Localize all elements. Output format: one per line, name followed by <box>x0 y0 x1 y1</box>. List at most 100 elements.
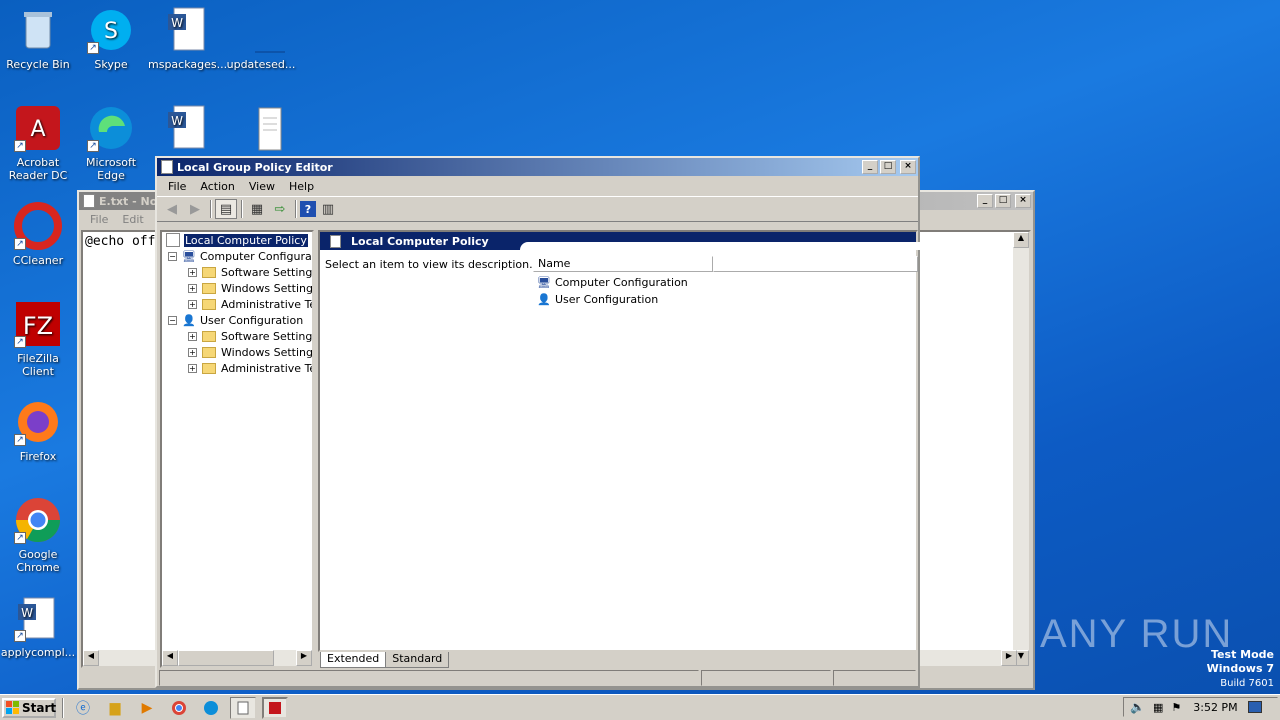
collapse-icon[interactable]: − <box>168 315 177 325</box>
back-arrow-icon[interactable]: ◀ <box>161 199 183 219</box>
show-hide-tree-icon[interactable]: ▤ <box>215 199 237 219</box>
menu-file[interactable]: File <box>83 213 115 226</box>
desktop-icon-acrobat[interactable]: A ↗ Acrobat Reader DC <box>0 104 76 182</box>
desktop-icon-label: FileZilla Client <box>17 352 59 378</box>
minimize-button[interactable]: _ <box>862 160 878 174</box>
explorer-icon[interactable]: ▆ <box>102 697 128 719</box>
gpedit-taskbar-button[interactable] <box>262 696 288 719</box>
show-desktop-icon[interactable] <box>1247 701 1262 713</box>
tree-cc-software-settings[interactable]: + Software Settings <box>162 264 312 280</box>
desktop-icon-label: Microsoft Edge <box>85 156 137 182</box>
taskbar-separator <box>62 697 64 718</box>
tree-pane[interactable]: Local Computer Policy − 🖥 Computer Confi… <box>160 230 314 668</box>
os-version-label: Windows 7 <box>1206 662 1274 675</box>
desktop-icon-label: CCleaner <box>12 254 64 267</box>
desktop-icon-firefox[interactable]: ↗ Firefox <box>0 398 76 463</box>
svg-text:S: S <box>104 19 118 44</box>
clock[interactable]: 3:52 PM <box>1193 701 1237 714</box>
word-doc-icon: W ↗ <box>14 594 62 642</box>
tree-horizontal-scrollbar[interactable]: ◀ ▶ <box>162 650 312 666</box>
tree-uc-windows-settings[interactable]: + Windows Settings <box>162 344 312 360</box>
tree-uc-software-settings[interactable]: + Software Settings <box>162 328 312 344</box>
menu-file[interactable]: File <box>161 180 193 193</box>
tab-extended[interactable]: Extended <box>320 652 387 668</box>
svg-text:W: W <box>171 114 183 128</box>
menu-action[interactable]: Action <box>193 180 241 193</box>
list-item-user-config[interactable]: 👤 User Configuration <box>537 291 658 307</box>
maximize-button[interactable]: □ <box>880 160 896 174</box>
edge-taskbar-icon[interactable] <box>198 697 224 719</box>
expand-icon[interactable]: + <box>188 299 197 309</box>
folder-icon <box>202 266 216 278</box>
expand-icon[interactable]: + <box>188 331 197 341</box>
windows-logo-icon <box>6 701 19 714</box>
volume-icon[interactable]: 🔈 <box>1130 700 1145 714</box>
properties-icon[interactable]: ▦ <box>246 199 268 219</box>
desktop-icon-textfile[interactable] <box>223 104 299 156</box>
desktop-icon-chrome[interactable]: ↗ Google Chrome <box>0 496 76 574</box>
toolbar-separator <box>210 200 212 218</box>
help-icon[interactable]: ? <box>300 201 316 217</box>
desktop-icon-filezilla[interactable]: FZ ↗ FileZilla Client <box>0 300 76 378</box>
view-pane-icon[interactable]: ▥ <box>317 199 339 219</box>
media-player-icon[interactable]: ▶ <box>134 697 160 719</box>
desktop-icon-recycle-bin[interactable]: Recycle Bin <box>0 6 76 71</box>
desktop-icon-edge[interactable]: ↗ Microsoft Edge <box>73 104 149 182</box>
desktop-icon-doc2[interactable]: W <box>148 104 224 156</box>
vertical-scrollbar[interactable]: ▲ ▼ <box>1013 232 1029 666</box>
desktop-icon-mspackages[interactable]: W mspackages... <box>148 6 227 71</box>
minimize-button[interactable]: _ <box>977 194 993 208</box>
chrome-taskbar-icon[interactable] <box>166 697 192 719</box>
expand-icon[interactable]: + <box>188 283 197 293</box>
tree-user-config[interactable]: − 👤 User Configuration <box>162 312 312 328</box>
network-icon[interactable]: ▦ <box>1153 701 1163 714</box>
shortcut-arrow-icon: ↗ <box>14 238 26 250</box>
start-button[interactable]: Start <box>2 697 56 718</box>
expand-icon[interactable]: + <box>188 267 197 277</box>
tree-cc-admin-templates[interactable]: + Administrative Tem <box>162 296 312 312</box>
tab-standard[interactable]: Standard <box>386 652 450 668</box>
tree-computer-config[interactable]: − 🖥 Computer Configuratio <box>162 248 312 264</box>
gpedit-window[interactable]: Local Group Policy Editor _ □ × File Act… <box>155 156 920 688</box>
menu-edit[interactable]: Edit <box>115 213 150 226</box>
header-curve <box>520 242 920 250</box>
expand-icon[interactable]: + <box>188 347 197 357</box>
action-center-flag-icon[interactable]: ⚑ <box>1171 701 1181 714</box>
word-doc-icon: W <box>162 104 210 152</box>
ie-icon[interactable]: ⓔ <box>70 697 96 719</box>
collapse-icon[interactable]: − <box>168 251 177 261</box>
tree-item-label: Software Settings <box>221 265 314 279</box>
desktop-icon-applycompl[interactable]: W ↗ applycompl... <box>0 594 76 659</box>
list-item-computer-config[interactable]: 🖥 Computer Configuration <box>537 274 688 290</box>
toolbar-separator <box>241 200 243 218</box>
notepad-taskbar-button[interactable] <box>230 696 256 719</box>
desktop-icon-updatesed[interactable]: updatesed... <box>223 6 299 71</box>
desktop-icon-ccleaner[interactable]: ↗ CCleaner <box>0 202 76 267</box>
tree-root[interactable]: Local Computer Policy <box>162 232 312 248</box>
tree-cc-windows-settings[interactable]: + Windows Settings <box>162 280 312 296</box>
shortcut-arrow-icon: ↗ <box>14 532 26 544</box>
tree-item-label: Software Settings <box>221 329 314 343</box>
maximize-button[interactable]: □ <box>995 194 1011 208</box>
menu-view[interactable]: View <box>242 180 282 193</box>
computer-icon: 🖥 <box>537 275 551 289</box>
forward-arrow-icon[interactable]: ▶ <box>184 199 206 219</box>
tree-uc-admin-templates[interactable]: + Administrative Tem <box>162 360 312 376</box>
shortcut-arrow-icon: ↗ <box>14 434 26 446</box>
folder-icon <box>202 298 216 310</box>
column-header-name[interactable]: Name <box>533 256 713 272</box>
expand-icon[interactable]: + <box>188 363 197 373</box>
shortcut-arrow-icon: ↗ <box>87 42 99 54</box>
shortcut-arrow-icon: ↗ <box>14 336 26 348</box>
column-header-blank[interactable] <box>713 256 918 272</box>
desktop-icon-skype[interactable]: S ↗ Skype <box>73 6 149 71</box>
menu-help[interactable]: Help <box>282 180 321 193</box>
gpedit-titlebar[interactable]: Local Group Policy Editor _ □ × <box>157 158 918 176</box>
close-button[interactable]: × <box>900 160 916 174</box>
details-pane[interactable]: Local Computer Policy Select an item to … <box>318 230 920 652</box>
export-list-icon[interactable]: ⇨ <box>269 199 291 219</box>
close-button[interactable]: × <box>1015 194 1031 208</box>
system-tray: 🔈 ▦ ⚑ 3:52 PM <box>1123 697 1278 717</box>
build-label: Build 7601 <box>1220 678 1274 689</box>
test-mode-label: Test Mode <box>1211 648 1274 661</box>
